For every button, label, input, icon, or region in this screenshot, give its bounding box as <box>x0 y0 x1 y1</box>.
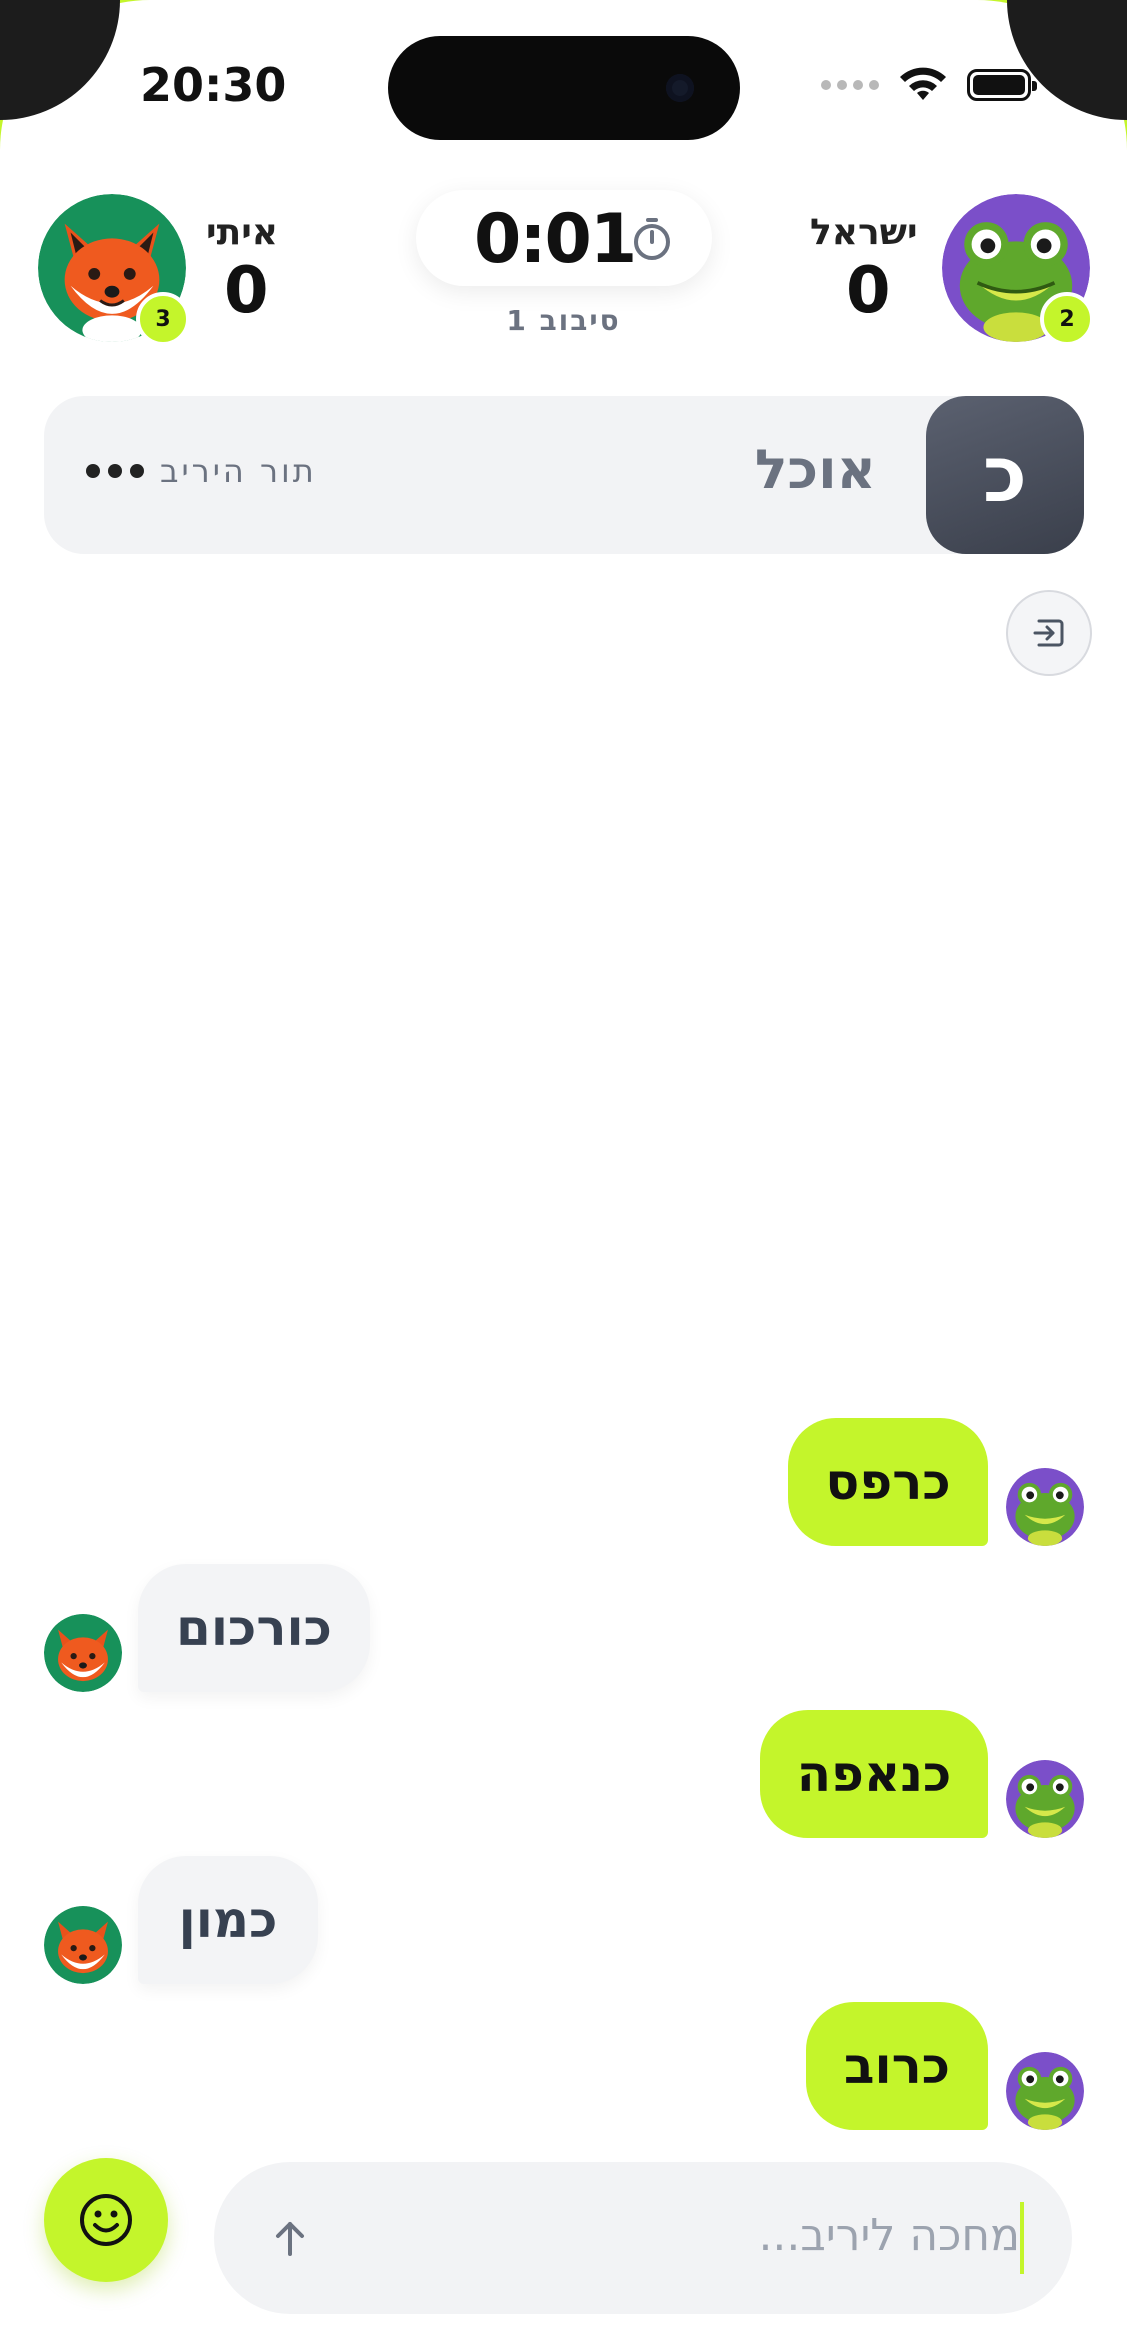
game-screen: 20:30 3 איתי 0 0:01 סיבוב 1 ישראל 0 2 כ … <box>0 0 1127 2340</box>
frog-avatar <box>1006 2052 1084 2130</box>
input-placeholder: מחכה ליריב... <box>758 2210 1020 2261</box>
turn-indicator: תור היריב <box>86 452 317 490</box>
message-bubble-opponent: כורכום <box>138 1564 370 1692</box>
wifi-icon <box>900 67 946 100</box>
fox-avatar <box>44 1906 122 1984</box>
exit-game-button[interactable] <box>1006 590 1092 676</box>
fox-avatar <box>44 1614 122 1692</box>
letter-tile: כ <box>926 396 1084 554</box>
arrow-up-icon <box>276 2222 304 2256</box>
status-time: 20:30 <box>140 58 287 112</box>
status-icons <box>821 66 1037 104</box>
message-bubble-me: כרפס <box>788 1418 988 1546</box>
typing-dots-icon <box>86 464 144 478</box>
dynamic-island <box>388 36 740 140</box>
message-bubble-me: כנאפה <box>760 1710 988 1838</box>
category-name: אוכל <box>754 438 876 501</box>
timer-value: 0:01 <box>474 200 637 279</box>
battery-icon <box>967 69 1037 101</box>
stopwatch-icon <box>634 218 670 260</box>
timer-pill: 0:01 <box>416 190 712 286</box>
send-button[interactable] <box>254 2202 326 2274</box>
smiley-icon <box>80 2194 132 2246</box>
message-bubble-opponent: כמון <box>138 1856 318 1984</box>
turn-label: תור היריב <box>160 452 317 490</box>
right-player-name: ישראל <box>810 212 918 253</box>
exit-icon <box>1033 619 1064 647</box>
cellular-signal-icon <box>821 80 879 90</box>
frog-level-badge: 2 <box>1040 292 1094 346</box>
category-card: כ אוכל תור היריב <box>44 396 1084 554</box>
emoji-button[interactable] <box>44 2158 168 2282</box>
message-bubble-me: כרוב <box>806 2002 988 2130</box>
left-player-name: איתי <box>206 212 278 253</box>
right-player-score: 0 <box>846 254 891 328</box>
frog-avatar <box>1006 1468 1084 1546</box>
message-input[interactable]: מחכה ליריב... <box>214 2162 1072 2314</box>
text-caret <box>1020 2202 1024 2274</box>
frog-avatar <box>1006 1760 1084 1838</box>
